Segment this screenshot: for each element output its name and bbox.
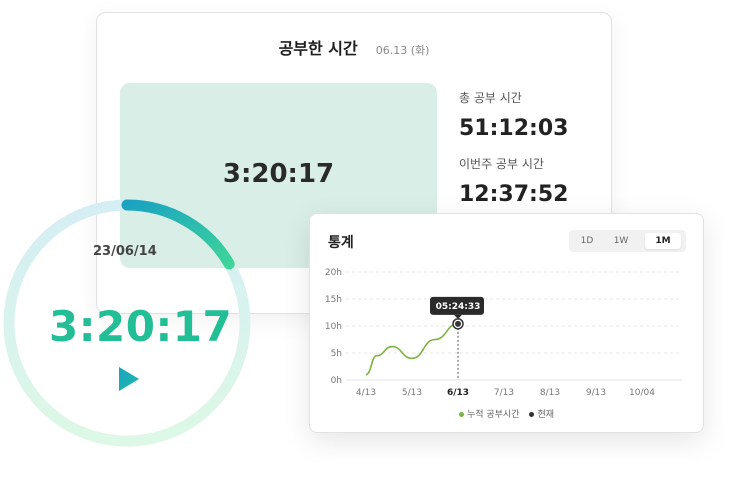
today-timer-value: 3:20:17	[222, 159, 335, 189]
chart-legend: 누적 공부시간 현재	[310, 407, 703, 420]
stats-card: 통계 1D 1W 1M 0h 5h 10h 15h 20h 4/13 5/13 6/13 7/1…	[309, 213, 704, 433]
study-time-chart: 0h 5h 10h 15h 20h 4/13 5/13 6/13 7/13 8/13 9/13 10/…	[325, 268, 682, 398]
study-card-date: 06.13 (화)	[375, 44, 430, 57]
weekly-study-stat: 이번주 공부 시간 12:37:52	[459, 155, 568, 207]
legend-label-current: 현재	[537, 410, 555, 420]
legend-dot-current	[529, 412, 535, 417]
y-tick-label: 10h	[325, 322, 342, 332]
x-tick-label: 6/13	[447, 388, 469, 398]
x-tick-label: 5/13	[402, 388, 422, 398]
total-study-value: 51:12:03	[459, 116, 569, 141]
x-tick-label: 10/04	[629, 388, 655, 398]
x-tick-label: 7/13	[494, 388, 514, 398]
total-study-stat: 총 공부 시간 51:12:03	[459, 89, 568, 141]
tooltip-label: 05:24:33	[436, 302, 481, 312]
play-icon[interactable]	[118, 366, 140, 392]
ring-timer-time: 3:20:17	[49, 302, 233, 351]
total-study-label: 총 공부 시간	[459, 91, 522, 105]
legend-item-current: 현재	[529, 407, 554, 420]
y-tick-label: 20h	[325, 268, 342, 278]
y-tick-label: 5h	[331, 349, 342, 359]
tooltip-pointer	[454, 314, 462, 319]
series-line	[365, 323, 459, 376]
legend-dot-cumulative	[458, 412, 464, 417]
y-tick-label: 15h	[325, 295, 342, 305]
x-tick-label: 9/13	[586, 388, 606, 398]
y-tick-label: 0h	[331, 376, 342, 386]
x-tick-label: 8/13	[540, 388, 560, 398]
ring-timer-date: 23/06/14	[93, 244, 157, 259]
x-tick-label: 4/13	[356, 388, 376, 398]
weekly-study-label: 이번주 공부 시간	[459, 157, 544, 171]
weekly-study-value: 12:37:52	[459, 182, 569, 207]
study-card-title: 공부한 시간	[278, 39, 358, 58]
legend-item-cumulative: 누적 공부시간	[458, 407, 520, 420]
study-card-header: 공부한 시간 06.13 (화)	[97, 35, 611, 59]
legend-label-cumulative: 누적 공부시간	[466, 410, 520, 420]
current-marker-dot	[455, 320, 461, 327]
